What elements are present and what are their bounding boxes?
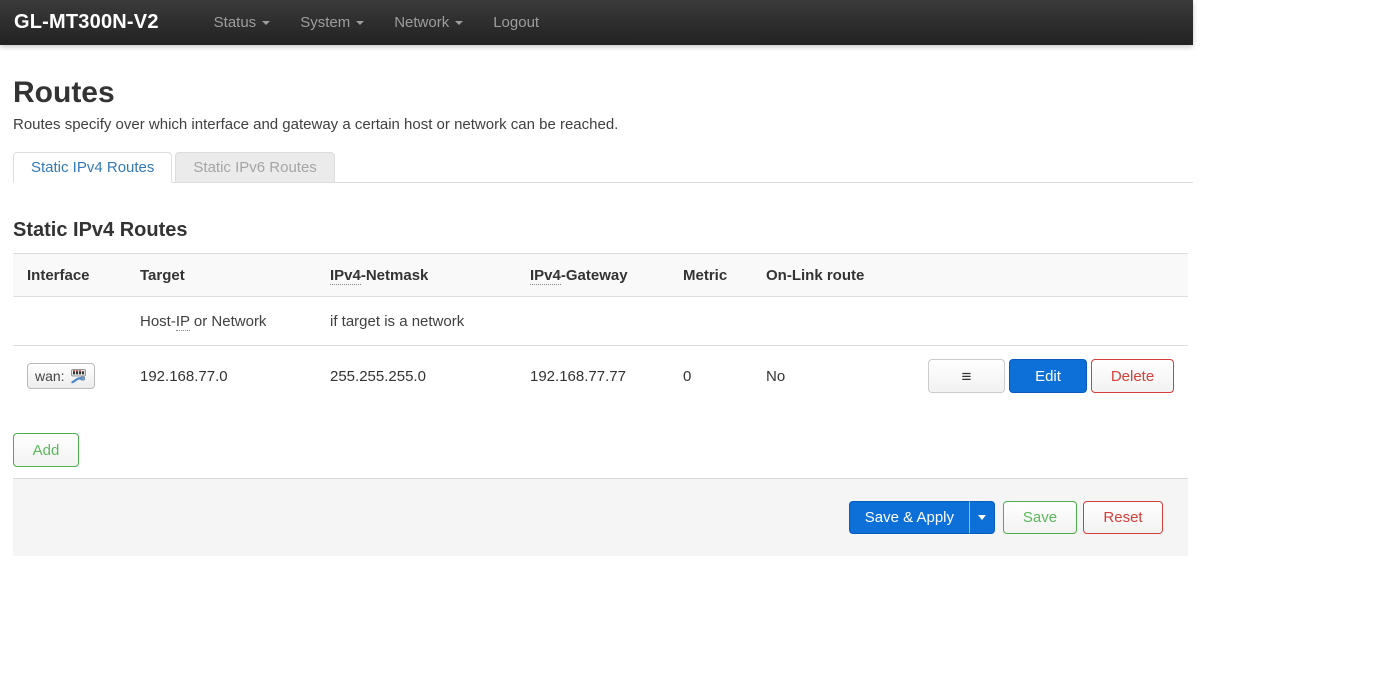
caret-down-icon bbox=[262, 20, 271, 25]
ethernet-switch-icon bbox=[70, 368, 87, 384]
nav-item-logout[interactable]: Logout bbox=[478, 0, 554, 45]
save-apply-button[interactable]: Save & Apply bbox=[848, 501, 969, 534]
edit-button[interactable]: Edit bbox=[1009, 359, 1087, 393]
row-sort-button[interactable]: ≡ bbox=[928, 359, 1005, 393]
cell-row-actions: ≡ Edit Delete bbox=[902, 359, 1188, 393]
caret-down-icon bbox=[455, 20, 464, 25]
save-apply-dropdown-button[interactable] bbox=[969, 501, 995, 534]
nav-item-status[interactable]: Status bbox=[199, 0, 286, 45]
table-hint-row: Host-IP or Network if target is a networ… bbox=[13, 297, 1188, 346]
nav-item-label: Logout bbox=[493, 14, 540, 31]
drag-handle-icon: ≡ bbox=[961, 366, 972, 386]
table-header-row: Interface Target IPv4-Netmask IPv4-Gatew… bbox=[13, 253, 1188, 297]
cell-metric: 0 bbox=[683, 367, 692, 385]
navbar: GL-MT300N-V2 Status System Network Logou… bbox=[0, 0, 1193, 45]
brand-logo[interactable]: GL-MT300N-V2 bbox=[0, 11, 179, 34]
nav-item-system[interactable]: System bbox=[285, 0, 379, 45]
add-button[interactable]: Add bbox=[13, 433, 79, 467]
footer-action-bar: Save & Apply Save Reset bbox=[13, 478, 1188, 556]
static-ipv4-routes-table: Interface Target IPv4-Netmask IPv4-Gatew… bbox=[13, 253, 1188, 406]
tab-bar: Static IPv4 Routes Static IPv6 Routes bbox=[13, 152, 1193, 183]
column-header-gateway: IPv4-Gateway bbox=[530, 266, 628, 285]
column-header-interface: Interface bbox=[27, 266, 90, 284]
abbr-ipv4: IPv4 bbox=[330, 266, 361, 285]
interface-badge-wan: wan: bbox=[27, 363, 95, 389]
nav-item-label: Network bbox=[394, 14, 450, 31]
cell-interface: wan: bbox=[13, 363, 126, 389]
cell-onlink-route: No bbox=[766, 367, 786, 385]
cell-target: 192.168.77.0 bbox=[140, 367, 228, 385]
page: GL-MT300N-V2 Status System Network Logou… bbox=[0, 0, 1193, 556]
column-header-metric: Metric bbox=[683, 266, 728, 284]
hint-netmask: if target is a network bbox=[330, 312, 465, 330]
caret-down-icon bbox=[356, 20, 365, 25]
hint-target: Host-IP or Network bbox=[140, 312, 267, 331]
abbr-ip: IP bbox=[175, 312, 190, 331]
nav-item-label: Status bbox=[213, 14, 257, 31]
nav-item-network[interactable]: Network bbox=[379, 0, 478, 45]
tab-static-ipv6-routes[interactable]: Static IPv6 Routes bbox=[175, 152, 335, 183]
delete-button[interactable]: Delete bbox=[1091, 359, 1174, 393]
nav-item-label: System bbox=[300, 14, 351, 31]
page-title: Routes bbox=[13, 76, 115, 109]
interface-badge-label: wan: bbox=[35, 368, 65, 384]
save-apply-split-button: Save & Apply bbox=[848, 501, 995, 534]
nav-menu: Status System Network Logout bbox=[199, 0, 554, 45]
caret-down-icon bbox=[978, 515, 986, 520]
save-button[interactable]: Save bbox=[1003, 501, 1077, 534]
cell-gateway: 192.168.77.77 bbox=[530, 367, 626, 385]
column-header-target: Target bbox=[140, 266, 185, 284]
reset-button[interactable]: Reset bbox=[1083, 501, 1163, 534]
page-description: Routes specify over which interface and … bbox=[13, 116, 619, 133]
column-header-netmask: IPv4-Netmask bbox=[330, 266, 429, 285]
cell-netmask: 255.255.255.0 bbox=[330, 367, 426, 385]
tab-static-ipv4-routes[interactable]: Static IPv4 Routes bbox=[13, 152, 173, 183]
column-header-onlink-route: On-Link route bbox=[766, 266, 865, 284]
abbr-ipv4: IPv4 bbox=[530, 266, 561, 285]
section-title: Static IPv4 Routes bbox=[13, 219, 188, 241]
table-row: wan: 192.168.77.0 255.255.255.0 192.168.… bbox=[13, 346, 1188, 406]
